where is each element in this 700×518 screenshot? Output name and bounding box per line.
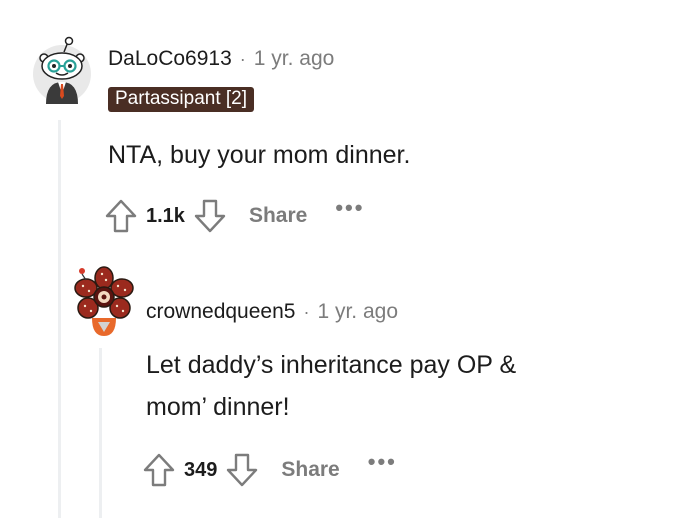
upvote-icon (143, 453, 175, 487)
downvote-icon (194, 199, 226, 233)
separator: · (239, 49, 246, 69)
downvote-button[interactable] (193, 198, 227, 234)
vote-score: 349 (184, 458, 218, 481)
comment-actions: 349 Share ••• (142, 449, 397, 488)
vote-score: 1.1k (146, 204, 185, 227)
timestamp[interactable]: 1 yr. ago (317, 300, 398, 324)
thread-line-top-level[interactable] (58, 120, 61, 518)
author-name[interactable]: DaLoCo6913 (108, 47, 232, 71)
comment-body-line: mom’ dinner! (146, 393, 290, 421)
timestamp[interactable]: 1 yr. ago (254, 47, 335, 71)
avatar[interactable] (32, 36, 92, 106)
separator: · (303, 302, 310, 322)
upvote-button[interactable] (142, 452, 176, 488)
comment-meta: crownedqueen5 · 1 yr. ago (146, 300, 398, 324)
downvote-icon (227, 453, 258, 487)
comment-meta: DaLoCo6913 · 1 yr. ago (108, 47, 334, 71)
upvote-button[interactable] (104, 198, 138, 234)
more-options-button[interactable]: ••• (335, 195, 364, 221)
demogorgon-avatar-icon (74, 266, 134, 336)
more-options-button[interactable]: ••• (368, 449, 397, 475)
snoo-avatar-icon (33, 36, 91, 104)
share-button[interactable]: Share (281, 458, 339, 482)
comment-body: NTA, buy your mom dinner. (108, 141, 411, 169)
thread-line-reply[interactable] (99, 348, 102, 518)
comment-body-line: Let daddy’s inheritance pay OP & (146, 351, 517, 379)
downvote-button[interactable] (225, 452, 259, 488)
comment-body: Let daddy’s inheritance pay OP & mom’ di… (146, 344, 516, 428)
upvote-icon (105, 199, 137, 233)
avatar[interactable] (72, 266, 136, 338)
comment-actions: 1.1k Share ••• (104, 195, 364, 234)
user-flair: Partassipant [2] (108, 87, 255, 112)
author-name[interactable]: crownedqueen5 (146, 300, 295, 324)
share-button[interactable]: Share (249, 204, 307, 228)
